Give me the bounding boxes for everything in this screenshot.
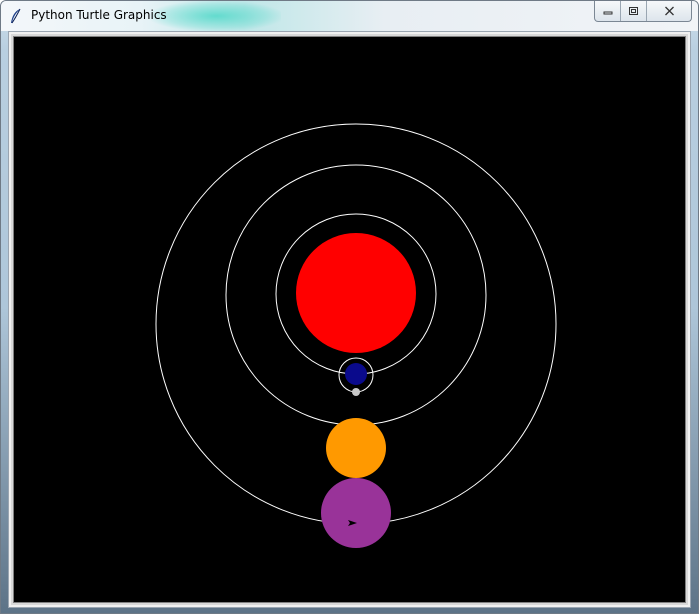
turtle-canvas-frame xyxy=(11,34,688,605)
title-bar-glow xyxy=(151,1,281,31)
orange-planet xyxy=(326,418,386,478)
window-controls xyxy=(594,1,692,22)
minimize-button[interactable] xyxy=(595,1,621,21)
close-icon xyxy=(664,6,674,16)
moon xyxy=(352,388,360,396)
close-button[interactable] xyxy=(647,1,691,21)
earth xyxy=(345,363,367,385)
sun xyxy=(296,233,416,353)
window-title: Python Turtle Graphics xyxy=(31,8,167,22)
feather-icon xyxy=(11,8,21,24)
title-bar[interactable]: Python Turtle Graphics xyxy=(1,1,698,31)
window-client-area xyxy=(8,31,691,608)
turtle-window: Python Turtle Graphics xyxy=(0,0,699,614)
turtle-canvas[interactable] xyxy=(13,36,686,603)
turtle-drawing xyxy=(155,123,557,548)
restore-icon xyxy=(629,7,638,15)
maximize-button[interactable] xyxy=(621,1,647,21)
purple-planet xyxy=(321,478,391,548)
minimize-icon xyxy=(603,11,612,15)
